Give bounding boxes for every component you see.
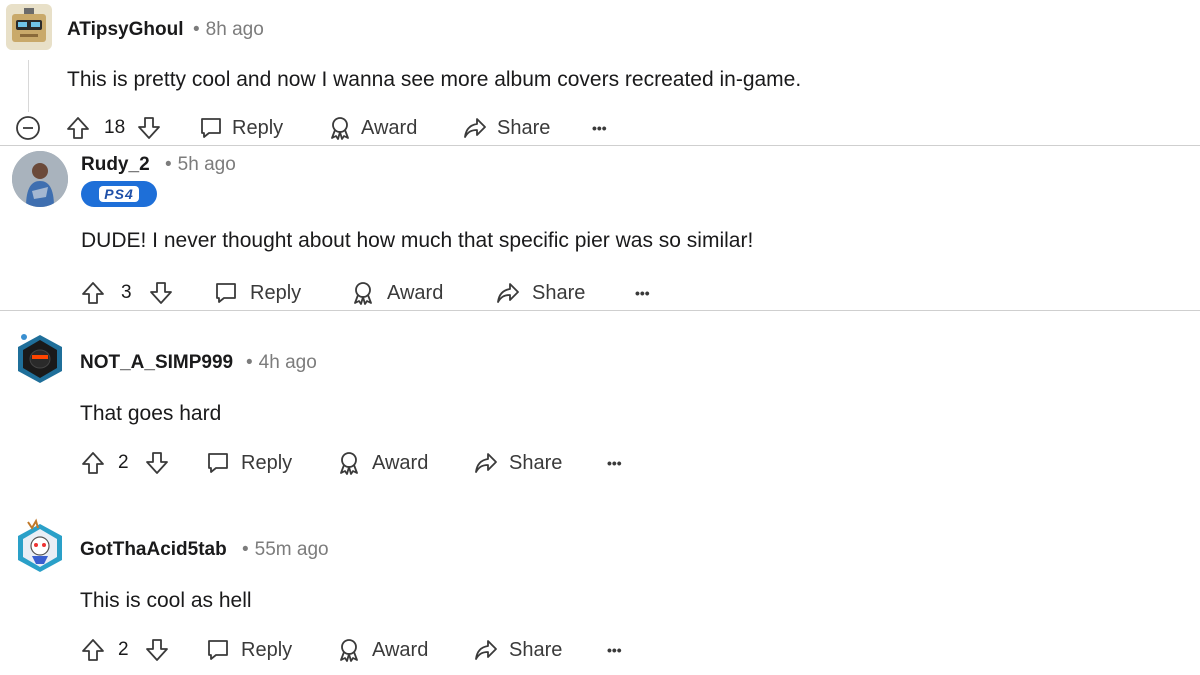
award-label: Award xyxy=(372,451,429,474)
reply-icon xyxy=(201,118,221,138)
more-options-button[interactable]: ••• xyxy=(592,111,607,145)
award-button[interactable]: Award xyxy=(350,276,443,310)
award-button[interactable]: Award xyxy=(327,111,417,145)
share-button[interactable]: Share xyxy=(495,276,585,310)
award-label: Award xyxy=(372,638,429,661)
more-options-icon: ••• xyxy=(607,642,622,658)
snoo-avatar-icon xyxy=(18,518,62,572)
snoo-avatar-icon xyxy=(18,334,62,383)
downvote-button[interactable] xyxy=(136,111,162,145)
share-label: Share xyxy=(509,638,563,661)
share-button[interactable]: Share xyxy=(473,446,562,480)
upvote-button[interactable] xyxy=(80,633,106,667)
share-icon xyxy=(475,640,497,660)
share-label: Share xyxy=(509,451,563,474)
flair-label: PS4 xyxy=(99,186,139,202)
timestamp: • 5h ago xyxy=(165,154,236,175)
reply-icon xyxy=(208,453,228,473)
award-label: Award xyxy=(387,281,444,304)
vote-count: 3 xyxy=(121,282,132,303)
share-icon xyxy=(475,453,497,473)
award-label: Award xyxy=(361,116,418,139)
comment-actions: 3 Reply Award Share ••• xyxy=(0,276,700,310)
share-button[interactable]: Share xyxy=(473,633,562,667)
award-button[interactable]: Award xyxy=(336,633,428,667)
vote-count: 18 xyxy=(104,117,126,138)
timestamp: • 55m ago xyxy=(242,539,329,560)
avatar[interactable] xyxy=(12,151,68,207)
upvote-icon xyxy=(67,117,89,139)
upvote-button[interactable] xyxy=(65,111,91,145)
comment-body: DUDE! I never thought about how much tha… xyxy=(81,229,754,252)
more-options-icon: ••• xyxy=(592,120,607,136)
comment-actions: 2 Reply Award Share ••• xyxy=(0,633,700,667)
award-icon xyxy=(340,452,358,475)
username[interactable]: GotThaAcid5tab xyxy=(80,539,227,561)
share-label: Share xyxy=(497,116,551,139)
upvote-icon xyxy=(82,282,104,304)
comment-1: ATipsyGhoul • 8h ago This is pretty cool … xyxy=(0,0,1200,146)
avatar[interactable] xyxy=(6,4,52,50)
user-flair: PS4 xyxy=(81,181,157,207)
award-icon xyxy=(340,639,358,662)
comment-2: Rudy_2 • 5h ago PS4 DUDE! I never thought… xyxy=(0,146,1200,310)
downvote-button[interactable] xyxy=(144,633,170,667)
downvote-icon xyxy=(150,282,172,304)
comment-3: NOT_A_SIMP999 • 4h ago That goes hard 2 R… xyxy=(0,311,1200,496)
downvote-icon xyxy=(138,117,160,139)
more-options-icon: ••• xyxy=(635,285,650,301)
share-icon xyxy=(497,283,519,303)
collapse-button[interactable] xyxy=(15,111,41,145)
reply-label: Reply xyxy=(232,116,284,139)
downvote-button[interactable] xyxy=(144,446,170,480)
award-icon xyxy=(331,117,349,140)
reply-icon xyxy=(208,640,228,660)
more-options-button[interactable]: ••• xyxy=(607,446,622,480)
reply-label: Reply xyxy=(241,638,293,661)
share-label: Share xyxy=(532,281,586,304)
reply-icon xyxy=(216,283,236,303)
collapse-icon xyxy=(16,116,40,140)
username[interactable]: Rudy_2 xyxy=(81,154,150,176)
user-photo-icon xyxy=(12,151,68,207)
comment-body: That goes hard xyxy=(80,402,222,425)
award-button[interactable]: Award xyxy=(336,446,428,480)
comment-actions: 18 Reply Award Share ••• xyxy=(0,111,700,145)
thread-line[interactable] xyxy=(28,60,29,112)
robot-avatar-icon xyxy=(12,8,46,42)
more-options-button[interactable]: ••• xyxy=(607,633,622,667)
vote-count: 2 xyxy=(118,639,129,660)
upvote-button[interactable] xyxy=(80,446,106,480)
avatar[interactable] xyxy=(14,331,66,387)
award-icon xyxy=(354,282,372,305)
timestamp: • 4h ago xyxy=(246,352,317,373)
comment-body: This is pretty cool and now I wanna see … xyxy=(67,68,802,91)
reply-label: Reply xyxy=(250,281,302,304)
reply-label: Reply xyxy=(241,451,293,474)
comment-4: GotThaAcid5tab • 55m ago This is cool as … xyxy=(0,496,1200,675)
reply-button[interactable]: Reply xyxy=(213,276,301,310)
comment-actions: 2 Reply Award Share ••• xyxy=(0,446,700,480)
vote-count: 2 xyxy=(118,452,129,473)
downvote-icon xyxy=(146,452,168,474)
comment-body: This is cool as hell xyxy=(80,589,252,612)
reply-button[interactable]: Reply xyxy=(198,111,283,145)
downvote-button[interactable] xyxy=(148,276,174,310)
share-icon xyxy=(464,118,486,138)
more-options-icon: ••• xyxy=(607,455,622,471)
share-button[interactable]: Share xyxy=(462,111,550,145)
reply-button[interactable]: Reply xyxy=(205,446,292,480)
timestamp: • 8h ago xyxy=(193,19,264,40)
username[interactable]: NOT_A_SIMP999 xyxy=(80,352,233,374)
downvote-icon xyxy=(146,639,168,661)
avatar[interactable] xyxy=(14,518,66,574)
username[interactable]: ATipsyGhoul xyxy=(67,19,183,41)
upvote-button[interactable] xyxy=(80,276,106,310)
more-options-button[interactable]: ••• xyxy=(635,276,650,310)
upvote-icon xyxy=(82,639,104,661)
reply-button[interactable]: Reply xyxy=(205,633,292,667)
upvote-icon xyxy=(82,452,104,474)
